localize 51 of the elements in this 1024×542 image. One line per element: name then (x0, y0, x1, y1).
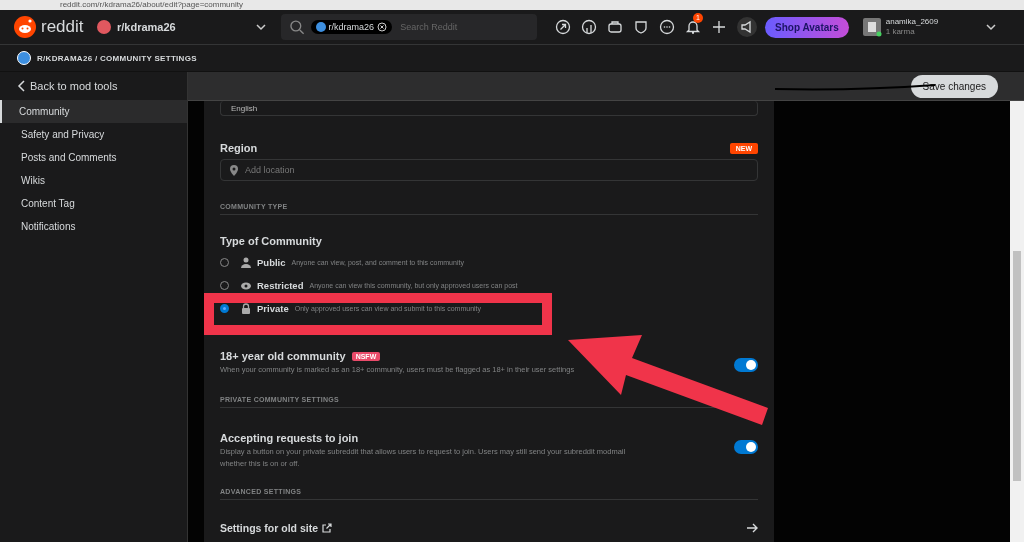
breadcrumb: R/KDRAMA26 / COMMUNITY SETTINGS (37, 53, 197, 63)
sidebar-item[interactable]: Content Tag (0, 192, 187, 215)
option-label: Restricted (257, 280, 304, 291)
megaphone-icon[interactable] (737, 17, 757, 37)
setting-title: 18+ year old community (220, 350, 346, 362)
reddit-logo-icon[interactable] (14, 16, 36, 38)
compass-icon[interactable] (555, 19, 571, 35)
scrollbar-thumb[interactable] (1013, 251, 1021, 481)
location-pin-icon (230, 165, 238, 176)
username[interactable]: anamika_2609 (885, 17, 981, 27)
community-name[interactable]: r/kdrama26 (117, 21, 249, 33)
back-chevron-icon (17, 80, 26, 92)
community-avatar-icon (97, 20, 111, 34)
community-icon (17, 51, 31, 65)
search-icon (289, 19, 305, 35)
community-type-title: Type of Community (220, 235, 323, 247)
location-field[interactable]: Add location (220, 159, 758, 181)
radio-button[interactable] (220, 304, 229, 313)
logo-text[interactable]: reddit (41, 17, 84, 37)
lock-icon (241, 303, 251, 314)
option-label: Private (257, 303, 289, 314)
notification-bell-icon[interactable] (685, 19, 701, 35)
toggle-switch[interactable] (734, 358, 758, 372)
video-icon[interactable] (607, 19, 623, 35)
community-chip[interactable]: r/kdrama26 (310, 20, 393, 34)
url-text[interactable]: reddit.com/r/kdrama26/about/edit?page=community (60, 0, 243, 10)
eye-icon (241, 280, 251, 291)
community-icon (315, 22, 326, 32)
sidebar-item[interactable]: Posts and Comments (0, 146, 187, 169)
shield-icon[interactable] (633, 19, 649, 35)
sidebar-item[interactable]: Safety and Privacy (0, 123, 187, 146)
caret-icon[interactable] (255, 21, 267, 33)
option-label: Public (257, 257, 286, 268)
external-link-icon (322, 523, 332, 533)
sidebar-item[interactable]: Notifications (0, 215, 187, 238)
toggle-switch[interactable] (734, 440, 758, 454)
chat-icon[interactable] (659, 19, 675, 35)
plus-icon[interactable] (711, 19, 727, 35)
sidebar-item[interactable]: Wikis (0, 169, 187, 192)
person-icon (241, 257, 251, 268)
region-label: Region (220, 142, 258, 154)
sidebar-item[interactable]: Community (0, 100, 187, 123)
user-avatar-icon[interactable] (862, 17, 882, 37)
back-link[interactable]: Back to mod tools (0, 72, 187, 100)
caret-icon[interactable] (984, 21, 997, 33)
arrow-right-icon[interactable] (746, 522, 758, 534)
karma-count: 1 karma (885, 27, 916, 37)
chart-icon[interactable] (581, 19, 597, 35)
shop-avatars-button[interactable]: Shop Avatars (765, 16, 849, 38)
setting-title: Accepting requests to join (220, 432, 359, 444)
old-site-link[interactable]: Settings for old site (220, 522, 332, 534)
